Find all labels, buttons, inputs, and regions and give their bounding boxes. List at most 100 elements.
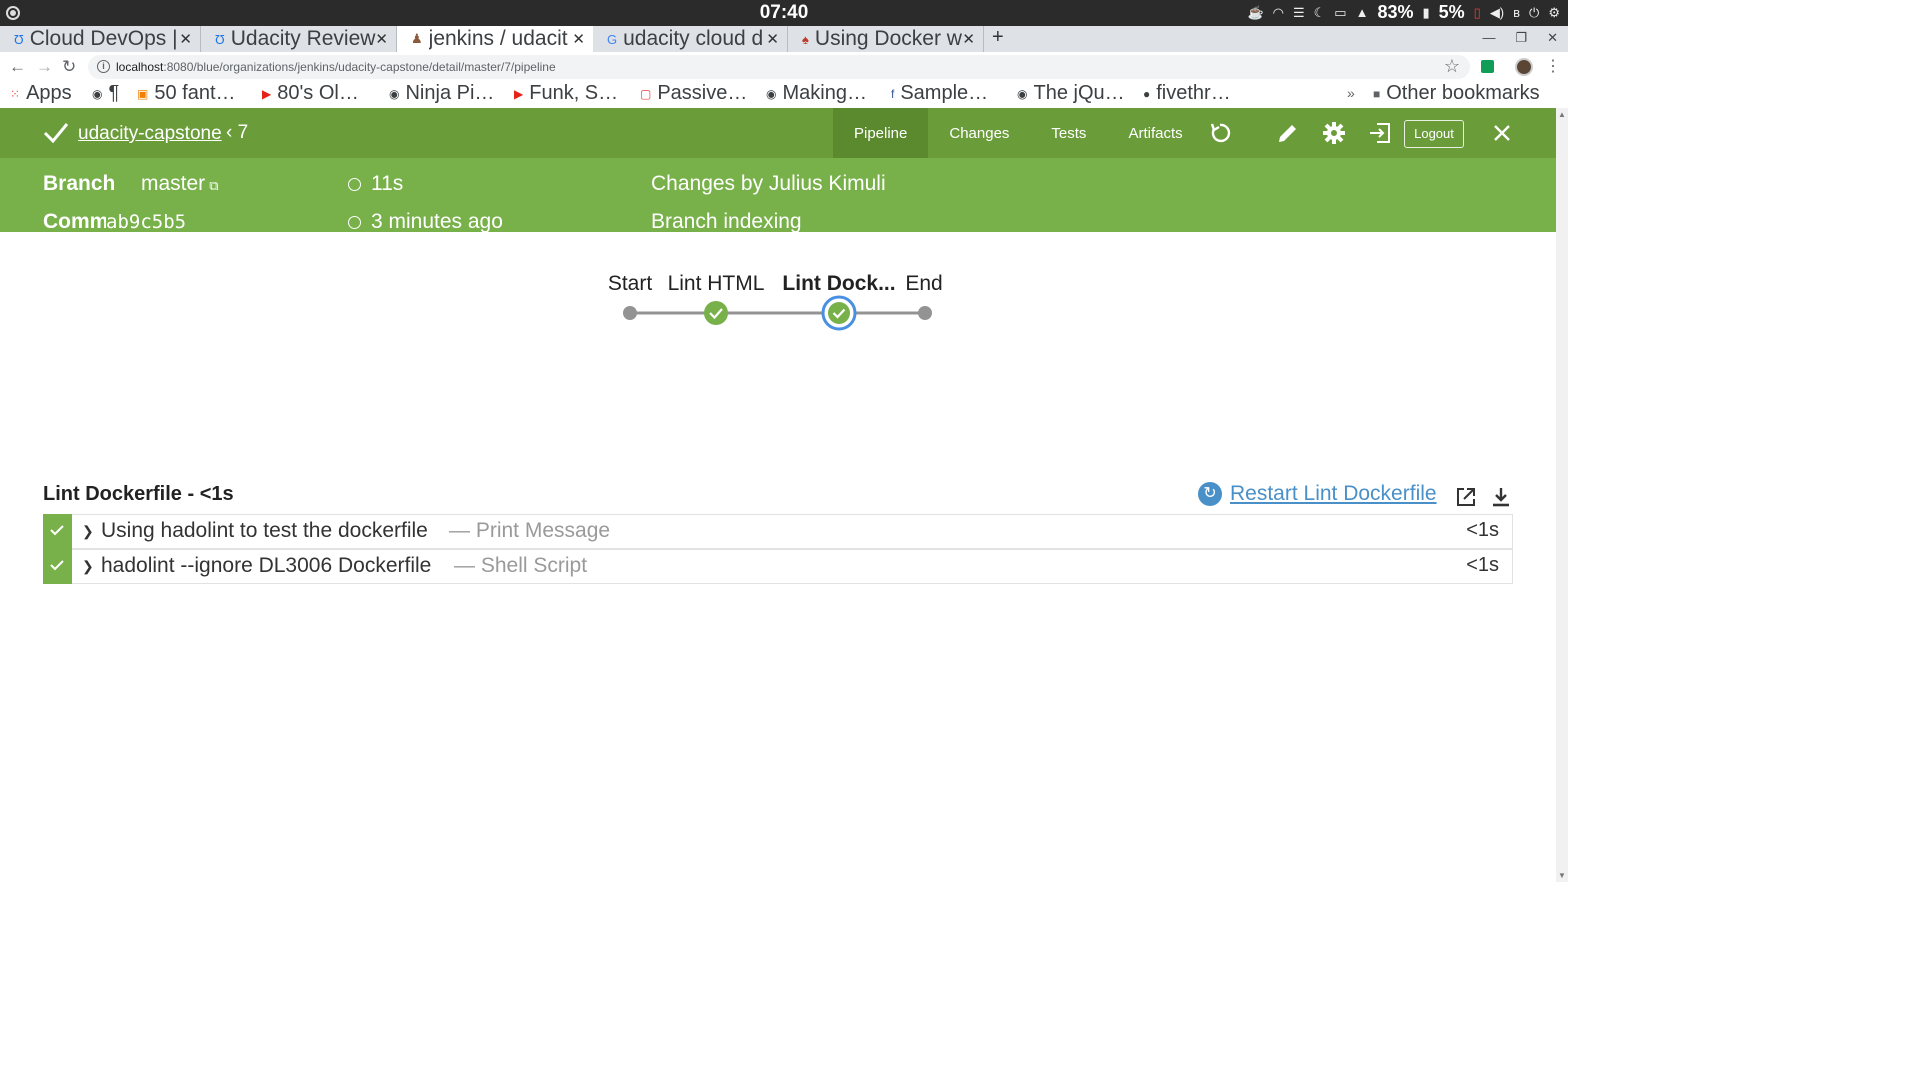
bookmark-item[interactable]: ◉ Ninja Pi…: [389, 82, 494, 105]
profile-avatar-icon[interactable]: [1515, 58, 1533, 76]
bookmark-item[interactable]: ● fivethr…: [1143, 82, 1231, 105]
wifi-icon[interactable]: ◠: [1273, 5, 1284, 21]
extension-icon[interactable]: [1481, 60, 1494, 73]
tab-pipeline[interactable]: Pipeline: [833, 108, 929, 158]
scroll-up-icon[interactable]: ▲: [1558, 110, 1566, 119]
clock-icon: [348, 216, 361, 229]
bookmark-item[interactable]: ◉ The jQu…: [1017, 82, 1125, 105]
facebook-icon: f: [891, 86, 895, 101]
step-row[interactable]: ❯ hadolint --ignore DL3006 Dockerfile — …: [43, 549, 1513, 584]
commit-label: Commit: [43, 210, 106, 233]
jenkins-run-header: udacity-capstone ‹ 7 Pipeline Changes Te…: [0, 108, 1556, 158]
browser-tab-strip: Ʊ Cloud DevOps | ✕ Ʊ Udacity Review ✕ ♟ …: [0, 26, 1568, 52]
close-icon[interactable]: [1490, 121, 1514, 145]
minimize-icon[interactable]: —: [1482, 30, 1495, 46]
browser-tab[interactable]: ♠ Using Docker w ✕: [788, 26, 984, 52]
time-ago-value: 3 minutes ago: [371, 210, 503, 233]
bookmark-item[interactable]: ◉ Making…: [766, 82, 867, 105]
other-bookmarks[interactable]: ■ Other bookmarks: [1373, 82, 1540, 105]
scroll-down-icon[interactable]: ▼: [1558, 871, 1566, 880]
bookmark-label: ¶: [108, 82, 120, 104]
forward-arrow-icon[interactable]: →: [36, 57, 53, 77]
close-tab-icon[interactable]: ✕: [375, 30, 388, 48]
close-tab-icon[interactable]: ✕: [962, 30, 975, 48]
changes-by: Changes by Julius Kimuli: [651, 172, 886, 195]
restart-stage-button[interactable]: ↻ Restart Lint Dockerfile: [1198, 482, 1437, 506]
logout-button[interactable]: Logout: [1404, 120, 1464, 148]
night-mode-icon[interactable]: ☾: [1314, 5, 1326, 21]
bookmark-apps[interactable]: ⁙ Apps: [10, 82, 72, 105]
bookmark-star-icon[interactable]: ☆: [1444, 56, 1460, 77]
settings-icon[interactable]: ⚙: [1548, 5, 1560, 21]
battery-low-icon[interactable]: ▯: [1474, 5, 1481, 21]
close-tab-icon[interactable]: ✕: [179, 30, 192, 48]
menu-icon[interactable]: ☰: [1293, 5, 1305, 21]
run-number-breadcrumb[interactable]: ‹ 7: [226, 122, 248, 144]
browser-tab[interactable]: G udacity cloud d ✕: [593, 26, 788, 52]
close-tab-icon[interactable]: ✕: [572, 30, 585, 48]
download-icon[interactable]: [1490, 486, 1512, 508]
bookmark-label: Apps: [26, 82, 72, 104]
stage-node-lint-html[interactable]: [704, 301, 728, 325]
close-tab-icon[interactable]: ✕: [766, 30, 779, 48]
browser-toolbar: ← → ↻ i localhost:8080/blue/organization…: [0, 52, 1568, 82]
bookmark-item[interactable]: ▶ Funk, S…: [514, 82, 618, 105]
browser-menu-icon[interactable]: ⋮: [1545, 56, 1561, 76]
more-bookmarks-chevron-icon[interactable]: »: [1347, 85, 1355, 101]
bookmark-item[interactable]: ◉ ¶: [92, 82, 119, 105]
edit-pencil-icon[interactable]: [1276, 121, 1300, 145]
step-duration: <1s: [1466, 554, 1499, 576]
reload-icon[interactable]: ↻: [62, 57, 76, 77]
step-row[interactable]: ❯ Using hadolint to test the dockerfile …: [43, 514, 1513, 549]
back-arrow-icon[interactable]: ←: [9, 57, 26, 77]
system-tray: ☕ ◠ ☰ ☾ ▭ ▲ 83% ▮ 5% ▯ ◀) ʙ ⏻ ⚙: [1247, 2, 1560, 23]
page-scrollbar[interactable]: ▲ ▼: [1556, 108, 1568, 882]
chevron-right-icon[interactable]: ❯: [82, 523, 94, 540]
power-icon[interactable]: ⏻: [1529, 5, 1539, 21]
restore-icon[interactable]: ❐: [1515, 30, 1527, 46]
branch-value[interactable]: master: [141, 172, 205, 195]
stage-node-lint-dockerfile[interactable]: [821, 295, 857, 331]
close-window-icon[interactable]: ✕: [1547, 30, 1558, 46]
restart-stage-link[interactable]: Restart Lint Dockerfile: [1230, 482, 1437, 506]
success-check-icon: [43, 123, 69, 144]
pipeline-graph: Start Lint HTML Lint Dock... End: [560, 262, 980, 342]
tab-changes[interactable]: Changes: [928, 108, 1030, 158]
url-text[interactable]: localhost:8080/blue/organizations/jenkin…: [116, 60, 556, 74]
bookmark-item[interactable]: ▣ 50 fant…: [137, 82, 236, 105]
bookmarks-bar: ⁙ Apps ◉ ¶ ▣ 50 fant… ▶ 80's Ol… ◉ Ninja…: [0, 82, 1568, 108]
volume-icon[interactable]: ◀): [1490, 5, 1504, 21]
blogger-icon: ▣: [137, 86, 149, 101]
external-link-icon[interactable]: ⧉: [209, 178, 218, 193]
bookmark-label: Funk, S…: [529, 82, 619, 104]
globe-icon: ◉: [389, 86, 400, 101]
run-tabs: Pipeline Changes Tests Artifacts: [833, 108, 1204, 158]
coffee-icon[interactable]: ☕: [1247, 5, 1263, 21]
exit-to-classic-icon[interactable]: [1368, 121, 1392, 145]
bookmark-item[interactable]: ▶ 80's Ol…: [262, 82, 359, 105]
gear-icon[interactable]: [1322, 121, 1346, 145]
battery-icon[interactable]: ▮: [1422, 5, 1429, 21]
new-tab-button[interactable]: +: [992, 26, 1004, 49]
step-name: Using hadolint to test the dockerfile: [101, 519, 428, 542]
chevron-right-icon[interactable]: ❯: [82, 558, 94, 575]
tab-tests[interactable]: Tests: [1030, 108, 1107, 158]
globe-icon: ◉: [92, 86, 103, 101]
step-name: hadolint --ignore DL3006 Dockerfile: [101, 554, 432, 577]
browser-tab-active[interactable]: ♟ jenkins / udacit ✕: [397, 26, 593, 52]
pipeline-name-link[interactable]: udacity-capstone: [78, 123, 222, 145]
open-in-new-window-icon[interactable]: [1455, 486, 1477, 508]
browser-tab[interactable]: Ʊ Udacity Review ✕: [201, 26, 397, 52]
step-duration: <1s: [1466, 519, 1499, 541]
tab-artifacts[interactable]: Artifacts: [1107, 108, 1203, 158]
commit-value[interactable]: ab9c5b5: [106, 211, 186, 233]
address-bar[interactable]: i localhost:8080/blue/organizations/jenk…: [88, 55, 1470, 79]
rerun-icon[interactable]: [1208, 121, 1232, 145]
bookmark-item[interactable]: ▢ Passive…: [640, 82, 747, 105]
bookmark-item[interactable]: f Sample…: [891, 82, 988, 105]
folder-icon[interactable]: ▭: [1334, 5, 1346, 21]
bluetooth-icon[interactable]: ʙ: [1513, 5, 1520, 20]
site-info-icon[interactable]: i: [97, 60, 110, 73]
bell-icon[interactable]: ▲: [1356, 5, 1369, 20]
browser-tab[interactable]: Ʊ Cloud DevOps | ✕: [0, 26, 201, 52]
